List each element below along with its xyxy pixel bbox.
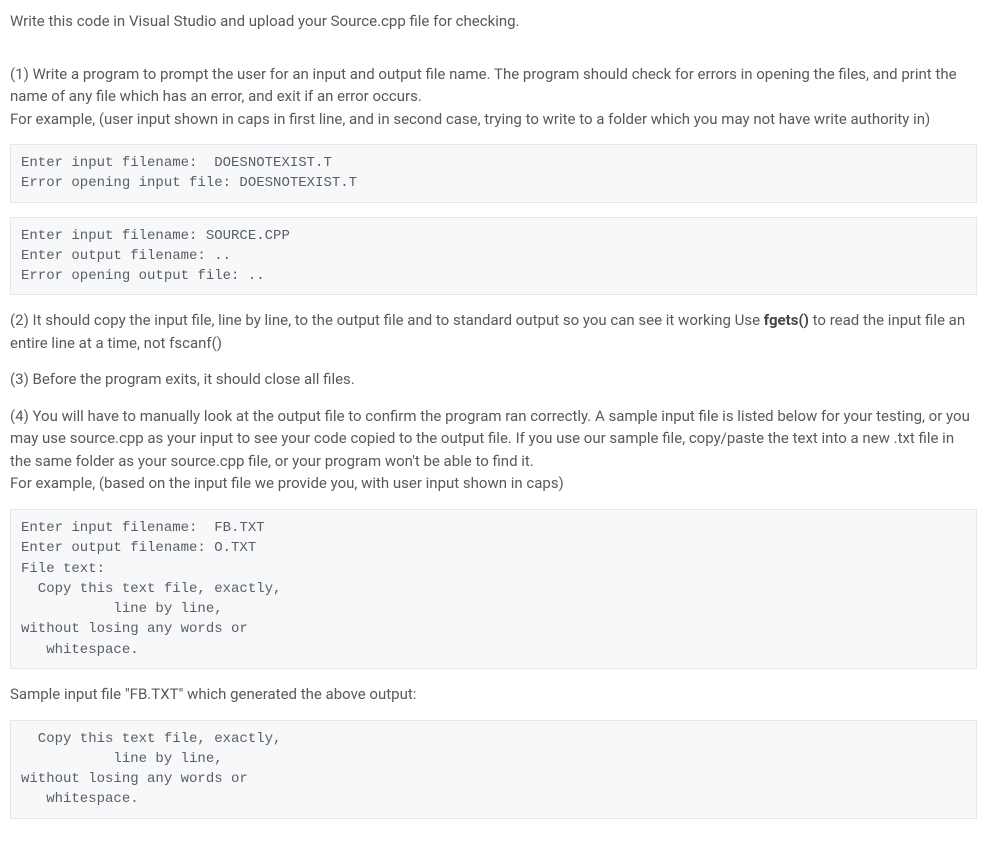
part4-text-b: For example, (based on the input file we… <box>10 474 564 492</box>
part4-text-a: (4) You will have to manually look at th… <box>10 407 970 470</box>
code-block-2: Enter input filename: SOURCE.CPP Enter o… <box>10 217 977 296</box>
part3-paragraph: (3) Before the program exits, it should … <box>10 368 977 391</box>
code-block-3: Enter input filename: FB.TXT Enter outpu… <box>10 509 977 669</box>
code-block-1: Enter input filename: DOESNOTEXIST.T Err… <box>10 144 977 203</box>
part2-paragraph: (2) It should copy the input file, line … <box>10 309 977 354</box>
part1-text-a: (1) Write a program to prompt the user f… <box>10 65 957 106</box>
part4-paragraph: (4) You will have to manually look at th… <box>10 405 977 495</box>
code-block-4: Copy this text file, exactly, line by li… <box>10 720 977 819</box>
part1-text-b: For example, (user input shown in caps i… <box>10 110 930 128</box>
part2-bold: fgets() <box>764 311 809 329</box>
part2-prefix: (2) It should copy the input file, line … <box>10 311 764 329</box>
sample-label: Sample input file "FB.TXT" which generat… <box>10 683 977 706</box>
intro-paragraph: Write this code in Visual Studio and upl… <box>10 10 977 33</box>
part1-paragraph: (1) Write a program to prompt the user f… <box>10 63 977 131</box>
